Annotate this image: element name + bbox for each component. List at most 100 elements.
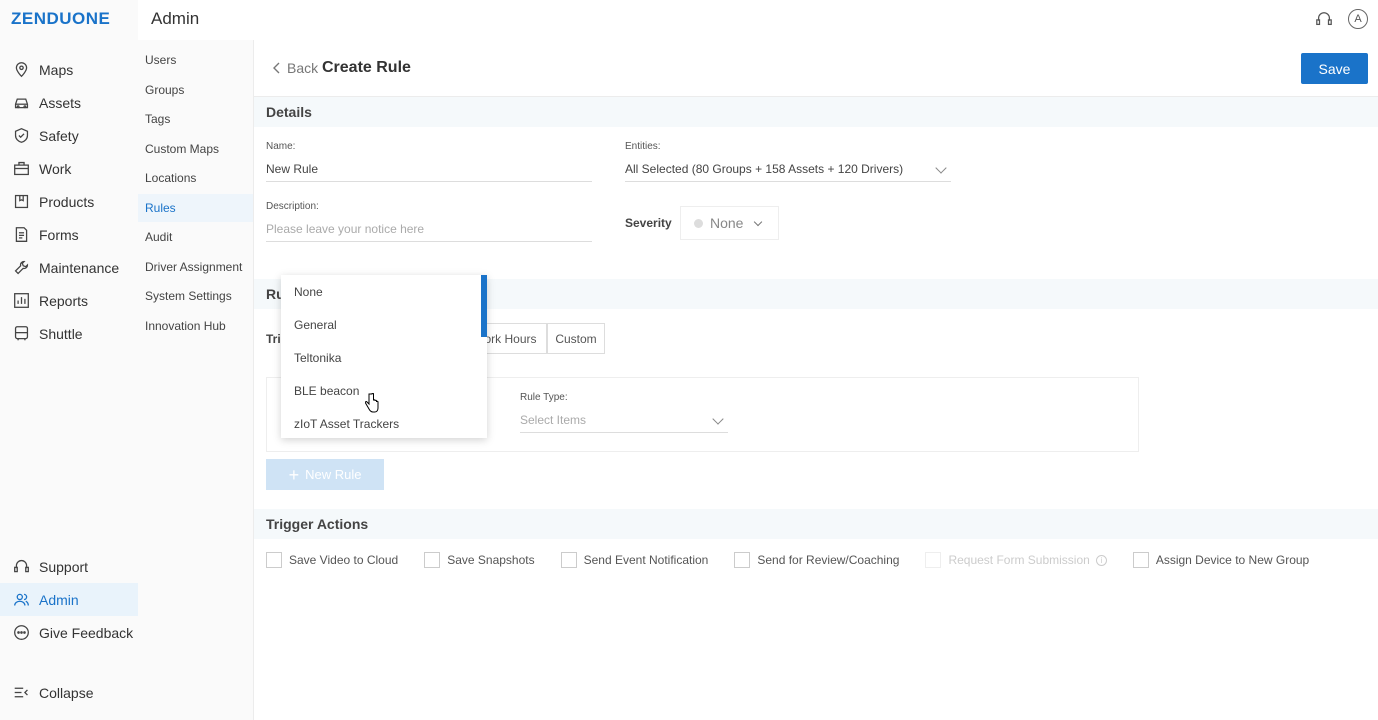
user-avatar[interactable]: A [1348,9,1368,29]
dropdown-option-ble-beacon[interactable]: BLE beacon [281,374,481,407]
sidebar-item-label: Maps [39,61,74,78]
rule-type-placeholder: Select Items [520,412,587,427]
description-label: Description: [266,201,319,212]
sidebar-item-give-feedback[interactable]: Give Feedback [0,616,138,649]
sidebar-item-maintenance[interactable]: Maintenance [0,251,138,284]
page-header: Back Create Rule Save [254,40,1378,97]
chevron-down-icon [935,162,947,174]
chat-icon [12,624,30,642]
sidebar-item-label: Shuttle [39,325,83,342]
sidebar-item-shuttle[interactable]: Shuttle [0,317,138,350]
chevron-down-icon [712,413,724,425]
subnav-item-groups[interactable]: Groups [138,76,253,104]
bar-chart-icon [12,292,30,310]
severity-select[interactable]: None [680,206,779,240]
entities-label: Entities: [625,141,661,152]
page-title: Create Rule [322,59,411,76]
dropdown-scrollbar[interactable] [481,275,487,337]
action-label: Assign Device to New Group [1155,553,1310,567]
dropdown-option-teltonika[interactable]: Teltonika [281,341,481,374]
rule-type-select[interactable]: Select Items [520,407,728,433]
subnav-item-audit[interactable]: Audit [138,223,253,251]
sidebar-item-assets[interactable]: Assets [0,86,138,119]
trigger-actions-section-header: Trigger Actions [254,509,1378,539]
sidebar-item-label: Support [39,558,89,575]
admin-title: Admin [151,9,200,28]
wrench-icon [12,259,30,277]
sidebar-item-label: Work [39,160,72,177]
zenduone-logo[interactable]: ZENDUONE [11,9,110,29]
subnav-item-custom-maps[interactable]: Custom Maps [138,135,253,163]
device-type-dropdown: None General Teltonika BLE beacon zIoT A… [281,275,487,438]
dropdown-option-ziot-asset-trackers[interactable]: zIoT Asset Trackers [281,407,481,438]
sidebar-item-label: Reports [39,292,89,309]
checkbox[interactable] [1132,552,1149,568]
sidebar-item-admin[interactable]: Admin [0,583,138,616]
name-label: Name: [266,141,296,152]
checkbox[interactable] [424,552,441,568]
box-icon [12,193,30,211]
plus-icon: + [288,464,300,485]
action-label: Request Form Submission [948,553,1090,567]
headset-support-icon[interactable] [1314,9,1334,29]
sidebar-item-products[interactable]: Products [0,185,138,218]
subnav-item-innovation-hub[interactable]: Innovation Hub [138,312,253,340]
rule-type-label: Rule Type: [520,392,568,403]
chevron-left-icon [273,62,280,74]
app-window: ZENDUONE Maps Assets Safety Work Product… [0,0,1378,720]
briefcase-icon [12,160,30,178]
action-send-for-review[interactable]: Send for Review/Coaching [734,552,899,568]
checkbox[interactable] [734,552,751,568]
subnav-item-tags[interactable]: Tags [138,105,253,133]
shield-icon [12,127,30,145]
action-send-event-notification[interactable]: Send Event Notification [560,552,708,568]
subnav-item-users[interactable]: Users [138,46,253,74]
subnav-item-rules[interactable]: Rules [138,194,253,222]
action-label: Save Snapshots [447,553,535,567]
document-icon [12,226,30,244]
checkbox[interactable] [560,552,577,568]
sidebar-item-label: Assets [39,94,82,111]
info-icon: i [1095,554,1107,566]
car-icon [12,94,30,112]
action-save-video[interactable]: Save Video to Cloud [266,552,398,568]
sidebar-item-maps[interactable]: Maps [0,53,138,86]
action-save-snapshots[interactable]: Save Snapshots [424,552,535,568]
subnav-item-driver-assignment[interactable]: Driver Assignment [138,253,253,281]
action-request-form-submission: Request Form Submission i [925,552,1107,568]
checkbox [925,552,942,568]
severity-dot-icon [694,218,703,228]
dropdown-option-none[interactable]: None [281,275,481,308]
action-assign-device[interactable]: Assign Device to New Group [1132,552,1310,568]
new-rule-label: New Rule [305,467,362,482]
save-button[interactable]: Save [1301,53,1368,84]
new-rule-button[interactable]: + New Rule [266,459,384,490]
sidebar-item-reports[interactable]: Reports [0,284,138,317]
entities-select[interactable]: All Selected (80 Groups + 158 Assets + 1… [625,156,951,182]
subnav-item-locations[interactable]: Locations [138,164,253,192]
back-button[interactable]: Back [272,60,318,76]
sidebar-item-work[interactable]: Work [0,152,138,185]
details-section-header: Details [254,97,1378,127]
users-icon [12,591,30,609]
trigger-actions-list: Save Video to Cloud Save Snapshots Send … [266,552,1335,568]
tab-custom[interactable]: Custom [547,323,605,354]
collapse-icon [12,684,30,702]
map-pin-icon [12,61,30,79]
name-input[interactable]: New Rule [266,156,592,182]
collapse-label: Collapse [39,684,94,701]
dropdown-option-general[interactable]: General [281,308,481,341]
sidebar-item-support[interactable]: Support [0,550,138,583]
subnav-item-system-settings[interactable]: System Settings [138,282,253,310]
action-label: Send for Review/Coaching [757,553,900,567]
sidebar-item-label: Give Feedback [39,624,134,641]
collapse-button[interactable]: Collapse [0,676,138,709]
sidebar-item-forms[interactable]: Forms [0,218,138,251]
sidebar-item-label: Maintenance [39,259,120,276]
sidebar-item-label: Products [39,193,95,210]
checkbox[interactable] [266,552,282,568]
hand-cursor-icon [364,392,379,418]
sidebar-item-safety[interactable]: Safety [0,119,138,152]
description-input[interactable]: Please leave your notice here [266,216,592,242]
sidebar-item-label: Safety [39,127,79,144]
